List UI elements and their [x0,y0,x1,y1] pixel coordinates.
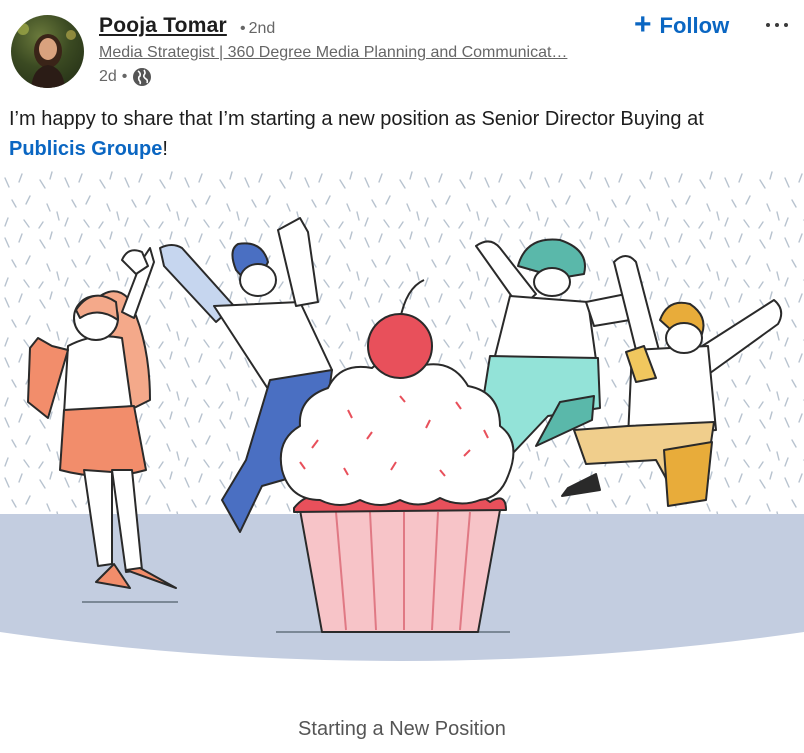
post-text-end: ! [162,138,168,160]
media-caption: Starting a New Position [298,718,506,740]
post-commentary: I’m happy to share that I’m starting a n… [9,104,769,164]
company-mention-link[interactable]: Publicis Groupe [9,138,162,160]
post-header: Pooja Tomar • 2nd Media Strategist | 360 … [0,0,804,100]
connection-degree: • 2nd [240,20,275,38]
post-meta: 2d • [99,67,152,87]
post-text-intro: I’m happy to share that I’m starting a n… [9,108,704,130]
actor-name[interactable]: Pooja Tomar [99,14,227,38]
post-time: 2d [99,68,117,85]
celebration-illustration[interactable] [0,170,804,680]
follow-label: Follow [659,13,730,38]
avatar-photo [17,23,76,88]
globe-icon [132,67,152,87]
follow-button[interactable]: + Follow [628,8,735,44]
actor-headline[interactable]: Media Strategist | 360 Degree Media Plan… [99,44,619,62]
separator-dot: • [121,68,128,85]
ellipsis-icon[interactable] [760,8,794,42]
avatar[interactable] [11,15,84,88]
plus-icon: + [634,7,652,41]
separator-dot: • [240,20,246,37]
connection-degree-label: 2nd [248,20,276,37]
